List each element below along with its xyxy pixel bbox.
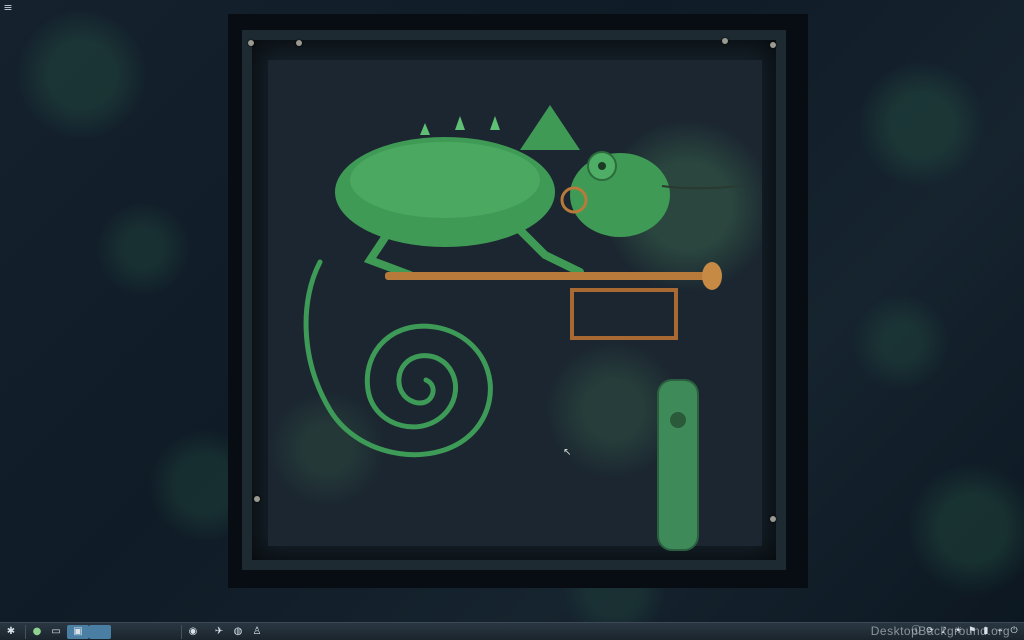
tail-spiral (303, 259, 493, 458)
weather-icon[interactable]: ☀ (952, 624, 964, 638)
system-tray: ⓘ ⟳ ♪ ☀ ⚑ ▮ ⌁ ⏻ (908, 624, 1020, 638)
info-icon[interactable]: ⓘ (910, 624, 922, 638)
mint-logo-icon[interactable]: ● (29, 625, 45, 639)
battery-icon[interactable]: ▮ (980, 624, 992, 638)
volume-icon[interactable]: ♪ (938, 624, 950, 638)
user-app-icon[interactable]: ♙ (249, 625, 265, 639)
keyhole-plate (657, 379, 699, 551)
network-app-icon[interactable]: ✈ (211, 625, 227, 639)
workspace-2-icon[interactable] (89, 624, 111, 639)
brass-trumpet (385, 272, 715, 280)
taskbar: ✱ ● ▭ ▣ ◉ ✈ ◍ ♙ DesktopBackground.org ⓘ … (0, 622, 1024, 640)
network-icon[interactable]: ⌁ (994, 624, 1006, 638)
power-icon[interactable]: ⏻ (1008, 624, 1020, 638)
browser-icon[interactable]: ◍ (230, 625, 246, 639)
workspace-1-icon[interactable]: ▣ (67, 624, 89, 639)
start-menu-icon[interactable]: ✱ (3, 625, 19, 639)
chameleon-artwork (303, 105, 741, 551)
taskbar-separator (25, 624, 26, 639)
flag-icon[interactable]: ⚑ (966, 624, 978, 638)
sync-icon[interactable]: ⟳ (924, 624, 936, 638)
file-manager-icon[interactable]: ▭ (48, 625, 64, 639)
taskbar-separator (181, 624, 182, 639)
chameleon-crest (520, 105, 580, 150)
disc-icon[interactable]: ◉ (185, 625, 201, 639)
mouse-pointer-icon: ↖ (563, 447, 572, 458)
